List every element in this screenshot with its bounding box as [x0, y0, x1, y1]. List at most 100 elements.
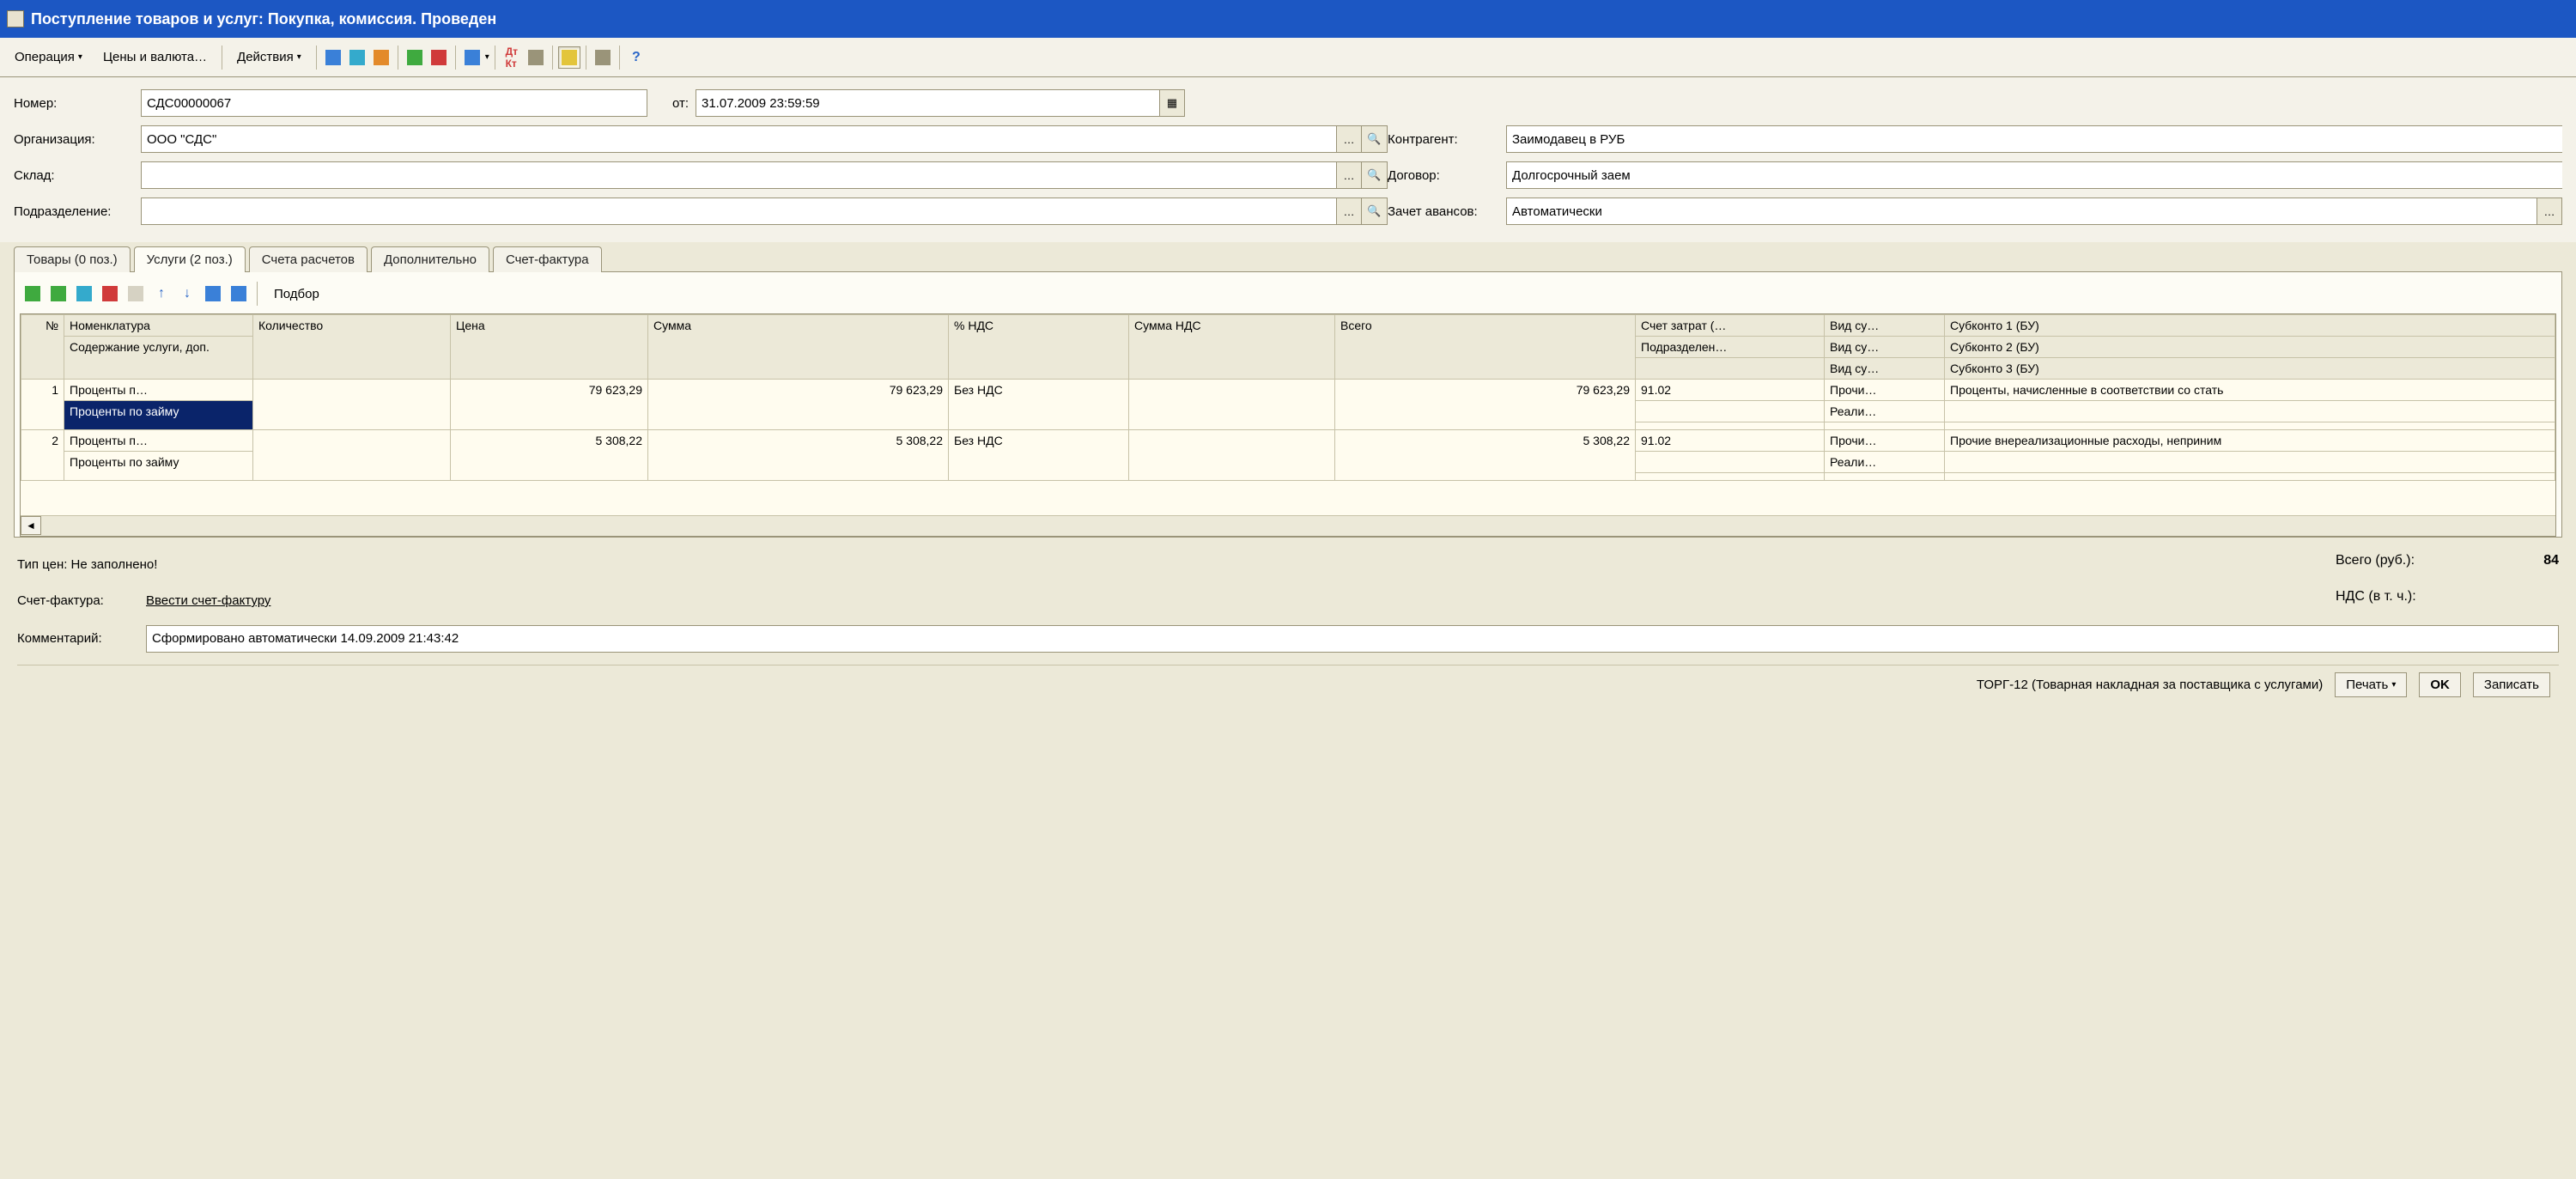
advance-input[interactable]: Автоматически	[1506, 198, 2537, 225]
print-button[interactable]: Печать▾	[2335, 672, 2407, 697]
cell-kind3[interactable]	[1825, 473, 1945, 481]
cell-sub3[interactable]	[1945, 473, 2555, 481]
cell-price[interactable]: 5 308,22	[451, 430, 648, 481]
cell-empty[interactable]	[1636, 422, 1825, 430]
cell-vat-pct[interactable]: Без НДС	[949, 380, 1129, 430]
date-input[interactable]: 31.07.2009 23:59:59	[696, 89, 1159, 117]
department-input[interactable]	[141, 198, 1336, 225]
cell-empty[interactable]	[1636, 473, 1825, 481]
tab-additional[interactable]: Дополнительно	[371, 246, 489, 272]
cell-vat-sum[interactable]	[1129, 430, 1335, 481]
col-nomen[interactable]: Номенклатура	[64, 315, 253, 337]
toolbar-icon-8[interactable]	[525, 46, 547, 69]
col-sum[interactable]: Сумма	[648, 315, 949, 380]
save-button[interactable]: Записать	[2473, 672, 2550, 697]
cell-nomen[interactable]: Проценты п…	[64, 430, 253, 452]
warehouse-select-btn[interactable]: …	[1336, 161, 1362, 189]
col-kind3[interactable]: Вид су…	[1825, 358, 1945, 380]
col-vat-pct[interactable]: % НДС	[949, 315, 1129, 380]
actions-menu[interactable]: Действия▾	[228, 43, 311, 72]
ok-button[interactable]: OK	[2419, 672, 2461, 697]
warehouse-search-icon[interactable]: 🔍	[1362, 161, 1388, 189]
toolbar-icon-3[interactable]	[370, 46, 392, 69]
advance-select-btn[interactable]: …	[2537, 198, 2562, 225]
toolbar-icon-6-caret[interactable]: ▾	[485, 52, 489, 62]
org-select-btn[interactable]: …	[1336, 125, 1362, 153]
col-cost-acc[interactable]: Счет затрат (…	[1636, 315, 1825, 337]
toolbar-icon-10[interactable]	[592, 46, 614, 69]
cell-kind2[interactable]: Реали…	[1825, 452, 1945, 473]
cell-total[interactable]: 79 623,29	[1335, 380, 1636, 430]
col-vat-sum[interactable]: Сумма НДС	[1129, 315, 1335, 380]
department-search-icon[interactable]: 🔍	[1362, 198, 1388, 225]
grid-sort-desc-icon[interactable]	[228, 283, 250, 305]
warehouse-input[interactable]	[141, 161, 1336, 189]
cell-nomen[interactable]: Проценты п…	[64, 380, 253, 401]
cell-vat-pct[interactable]: Без НДС	[949, 430, 1129, 481]
cell-desc[interactable]: Проценты по займу	[64, 452, 253, 481]
grid-hscroll[interactable]: ◄	[21, 515, 2555, 536]
cell-sum[interactable]: 5 308,22	[648, 430, 949, 481]
department-select-btn[interactable]: …	[1336, 198, 1362, 225]
col-sub1[interactable]: Субконто 1 (БУ)	[1945, 315, 2555, 337]
toolbar-icon-1[interactable]	[322, 46, 344, 69]
cell-cost-acc[interactable]: 91.02	[1636, 430, 1825, 452]
toolbar-icon-6[interactable]	[461, 46, 483, 69]
table-row[interactable]: 1 Проценты п… 79 623,29 79 623,29 Без НД…	[21, 380, 2555, 401]
table-row[interactable]: 2 Проценты п… 5 308,22 5 308,22 Без НДС …	[21, 430, 2555, 452]
toolbar-icon-9[interactable]	[558, 46, 580, 69]
grid-delete-icon[interactable]	[99, 283, 121, 305]
cell-sub3[interactable]	[1945, 422, 2555, 430]
cell-qty[interactable]	[253, 380, 451, 430]
cell-price[interactable]: 79 623,29	[451, 380, 648, 430]
cell-vat-sum[interactable]	[1129, 380, 1335, 430]
grid-sort-asc-icon[interactable]	[202, 283, 224, 305]
prices-button[interactable]: Цены и валюта…	[94, 43, 216, 72]
org-search-icon[interactable]: 🔍	[1362, 125, 1388, 153]
comment-input[interactable]: Сформировано автоматически 14.09.2009 21…	[146, 625, 2559, 653]
col-n[interactable]: №	[21, 315, 64, 380]
grid-add-icon[interactable]	[21, 283, 44, 305]
cell-n[interactable]: 2	[21, 430, 64, 481]
cell-sub2[interactable]	[1945, 401, 2555, 422]
cell-kind2[interactable]: Реали…	[1825, 401, 1945, 422]
dt-kt-icon[interactable]: ДтКт	[501, 46, 523, 69]
operation-menu[interactable]: Операция▾	[5, 43, 92, 72]
col-total[interactable]: Всего	[1335, 315, 1636, 380]
cell-kind3[interactable]	[1825, 422, 1945, 430]
tab-invoice[interactable]: Счет-фактура	[493, 246, 602, 272]
col-kind1[interactable]: Вид су…	[1825, 315, 1945, 337]
cell-cost-acc[interactable]: 91.02	[1636, 380, 1825, 401]
number-input[interactable]: СДС00000067	[141, 89, 647, 117]
col-empty[interactable]	[1636, 358, 1825, 380]
cell-kind1[interactable]: Прочи…	[1825, 430, 1945, 452]
grid-add-copy-icon[interactable]	[47, 283, 70, 305]
toolbar-icon-2[interactable]	[346, 46, 368, 69]
tab-accounts[interactable]: Счета расчетов	[249, 246, 368, 272]
col-qty[interactable]: Количество	[253, 315, 451, 380]
cell-desc-selected[interactable]: Проценты по займу	[64, 401, 253, 430]
col-kind2[interactable]: Вид су…	[1825, 337, 1945, 358]
enter-invoice-link[interactable]: Ввести счет-фактуру	[146, 593, 270, 608]
cell-sub1[interactable]: Проценты, начисленные в соответствии со …	[1945, 380, 2555, 401]
help-icon[interactable]: ?	[625, 46, 647, 69]
services-grid[interactable]: № Номенклатура Количество Цена Сумма % Н…	[20, 313, 2556, 537]
contract-input[interactable]: Долгосрочный заем	[1506, 161, 2562, 189]
cell-kind1[interactable]: Прочи…	[1825, 380, 1945, 401]
col-sub3[interactable]: Субконто 3 (БУ)	[1945, 358, 2555, 380]
cell-sub1[interactable]: Прочие внереализационные расходы, неприн…	[1945, 430, 2555, 452]
tab-services[interactable]: Услуги (2 поз.)	[134, 246, 246, 272]
cell-dept[interactable]	[1636, 452, 1825, 473]
cell-n[interactable]: 1	[21, 380, 64, 430]
grid-pick-button[interactable]: Подбор	[264, 279, 329, 308]
cell-total[interactable]: 5 308,22	[1335, 430, 1636, 481]
hscroll-left-icon[interactable]: ◄	[21, 516, 41, 535]
cell-sum[interactable]: 79 623,29	[648, 380, 949, 430]
org-input[interactable]: ООО "СДС"	[141, 125, 1336, 153]
calendar-icon[interactable]: ▦	[1159, 89, 1185, 117]
cell-dept[interactable]	[1636, 401, 1825, 422]
toolbar-icon-5[interactable]	[428, 46, 450, 69]
tab-goods[interactable]: Товары (0 поз.)	[14, 246, 131, 272]
grid-down-icon[interactable]: ↓	[176, 283, 198, 305]
col-dept[interactable]: Подразделен…	[1636, 337, 1825, 358]
